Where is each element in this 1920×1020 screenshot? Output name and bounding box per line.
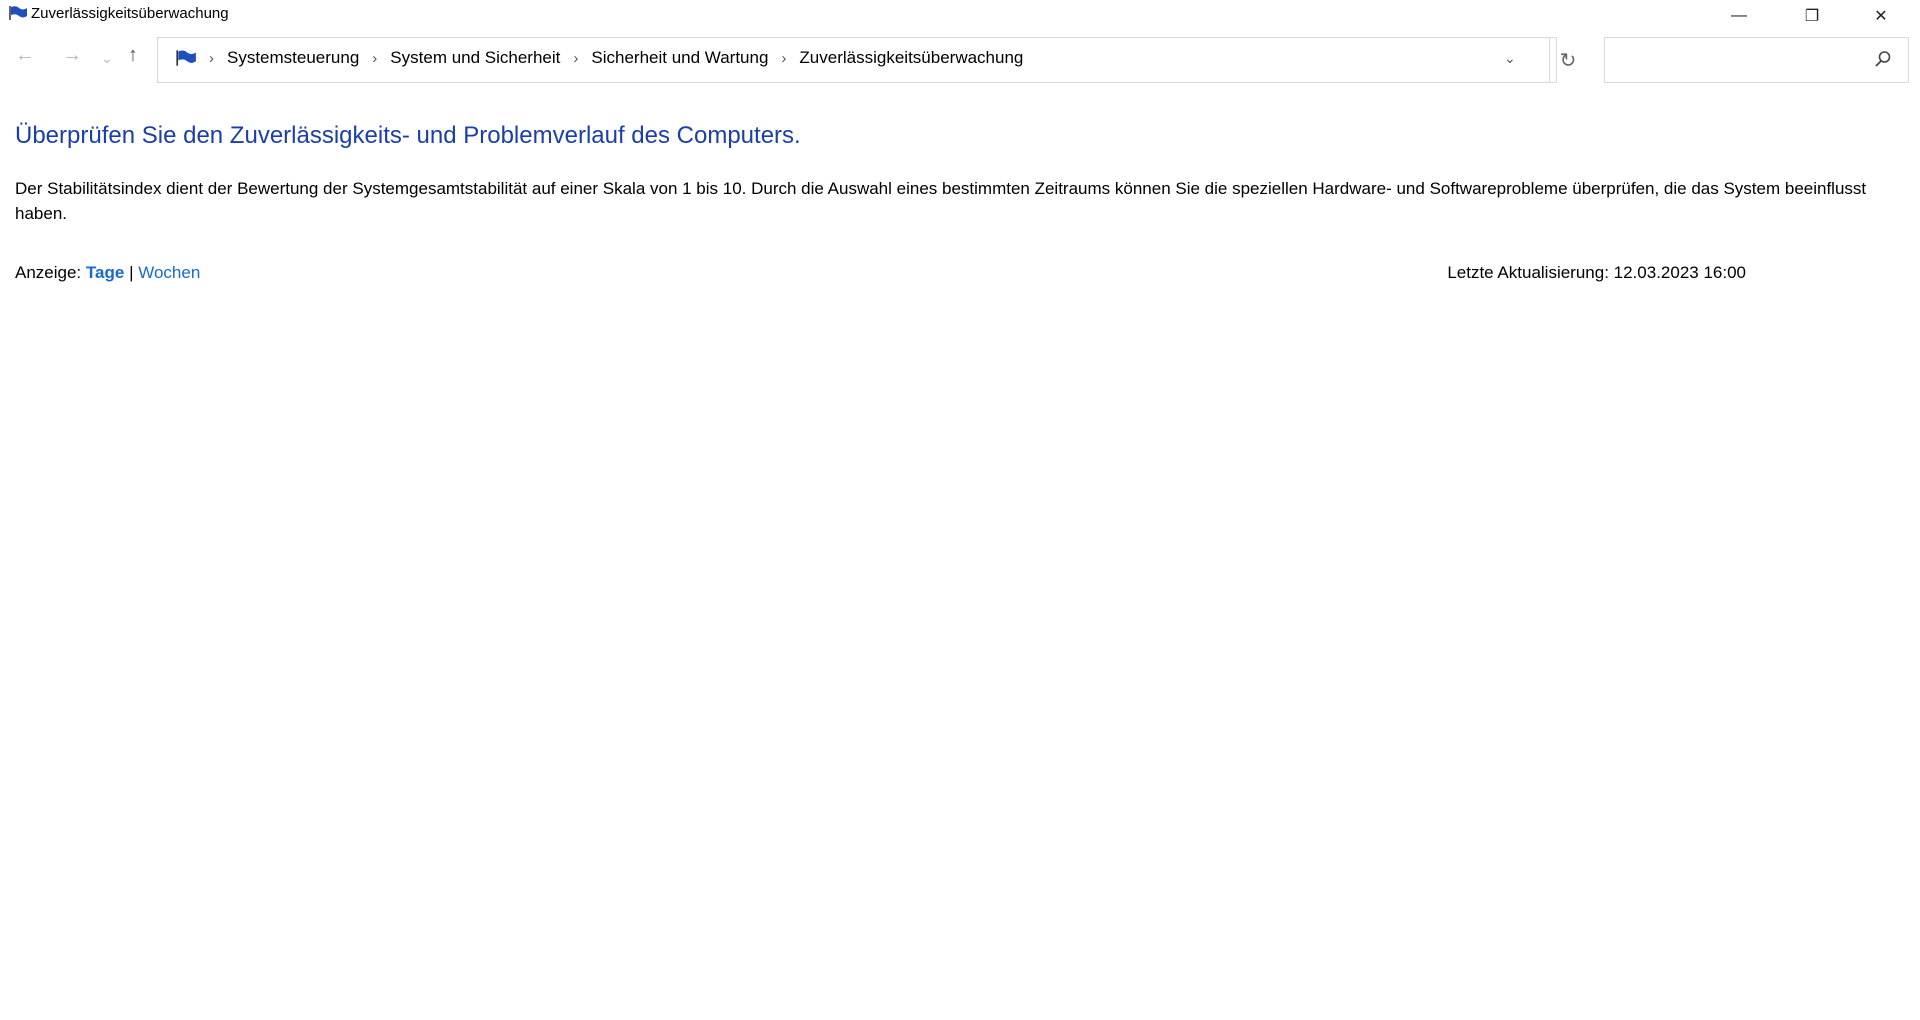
view-selector: Anzeige: Tage | Wochen: [15, 263, 200, 283]
maximize-button[interactable]: ❐: [1783, 0, 1841, 31]
recent-locations-button[interactable]: ⌄: [101, 50, 113, 67]
chevron-right-icon: ›: [573, 49, 579, 67]
page-description: Der Stabilitätsindex dient der Bewertung…: [15, 179, 1867, 223]
search-input[interactable]: [1604, 37, 1909, 83]
reliability-flag-icon: [9, 6, 27, 20]
page-title: Überprüfen Sie den Zuverlässigkeits- und…: [15, 122, 801, 149]
view-weeks-link[interactable]: Wochen: [138, 263, 200, 282]
breadcrumb-item-sicherheit-und-wartung[interactable]: Sicherheit und Wartung: [591, 48, 768, 68]
title-bar: Zuverlässigkeitsüberwachung — ❐ ✕: [0, 0, 1920, 31]
window-title: Zuverlässigkeitsüberwachung: [31, 5, 229, 22]
back-button[interactable]: ←: [15, 44, 35, 67]
refresh-button[interactable]: ↻: [1549, 38, 1586, 82]
search-icon[interactable]: [1874, 50, 1892, 68]
close-button[interactable]: ✕: [1852, 0, 1910, 31]
forward-button[interactable]: →: [62, 44, 82, 67]
reliability-flag-icon: [176, 50, 196, 66]
view-label: Anzeige:: [15, 263, 82, 282]
last-update-label: Letzte Aktualisierung: 12.03.2023 16:00: [1447, 263, 1746, 282]
view-divider: |: [129, 263, 134, 282]
breadcrumb: › Systemsteuerung › System und Sicherhei…: [175, 48, 1023, 68]
breadcrumb-item-systemsteuerung[interactable]: Systemsteuerung: [227, 48, 359, 68]
breadcrumb-item-zuverlaessigkeitsueberwachung[interactable]: Zuverlässigkeitsüberwachung: [799, 48, 1023, 68]
view-days-link[interactable]: Tage: [86, 263, 124, 282]
chevron-right-icon: ›: [209, 49, 214, 67]
breadcrumb-item-system-und-sicherheit[interactable]: System und Sicherheit: [390, 48, 560, 68]
chevron-right-icon: ›: [781, 49, 787, 67]
minimize-button[interactable]: —: [1710, 0, 1768, 31]
up-button[interactable]: ↑: [128, 44, 138, 67]
address-dropdown-button[interactable]: ⌄: [1504, 50, 1516, 67]
chevron-right-icon: ›: [372, 49, 378, 67]
